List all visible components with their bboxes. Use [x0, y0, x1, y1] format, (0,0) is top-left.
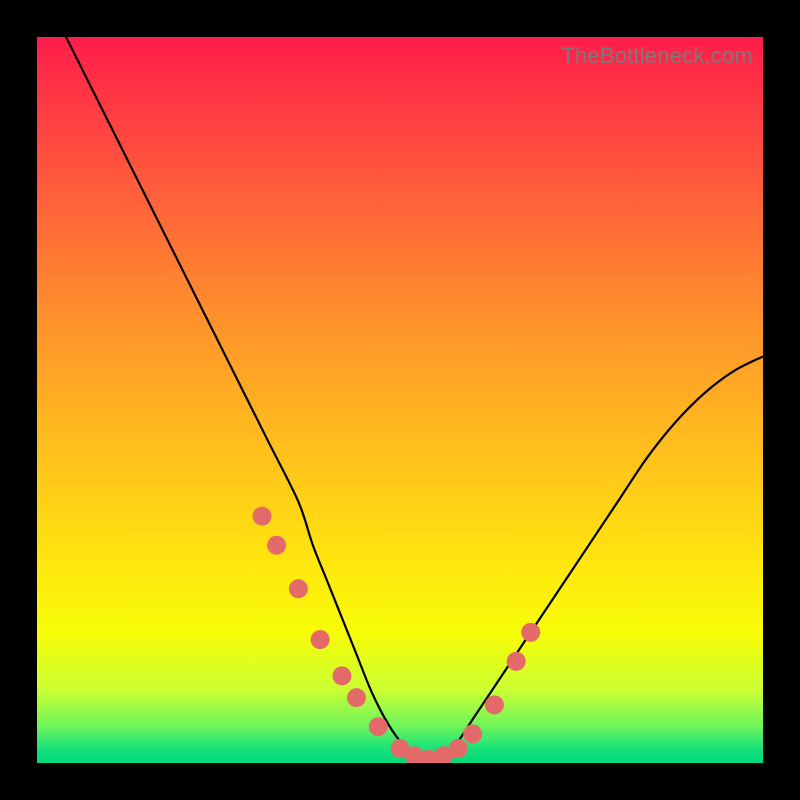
curve-layer [37, 37, 763, 763]
bottleneck-curve [66, 37, 763, 759]
highlight-point [485, 695, 504, 714]
plot-area: TheBottleneck.com [37, 37, 763, 763]
highlight-point [253, 507, 272, 526]
highlight-point [289, 579, 308, 598]
highlight-point [332, 666, 351, 685]
highlight-points [253, 507, 541, 763]
chart-frame: TheBottleneck.com [0, 0, 800, 800]
highlight-point [347, 688, 366, 707]
highlight-point [369, 717, 388, 736]
highlight-point [463, 724, 482, 743]
highlight-point [507, 652, 526, 671]
highlight-point [311, 630, 330, 649]
highlight-point [521, 623, 540, 642]
highlight-point [267, 536, 286, 555]
highlight-point [449, 739, 468, 758]
